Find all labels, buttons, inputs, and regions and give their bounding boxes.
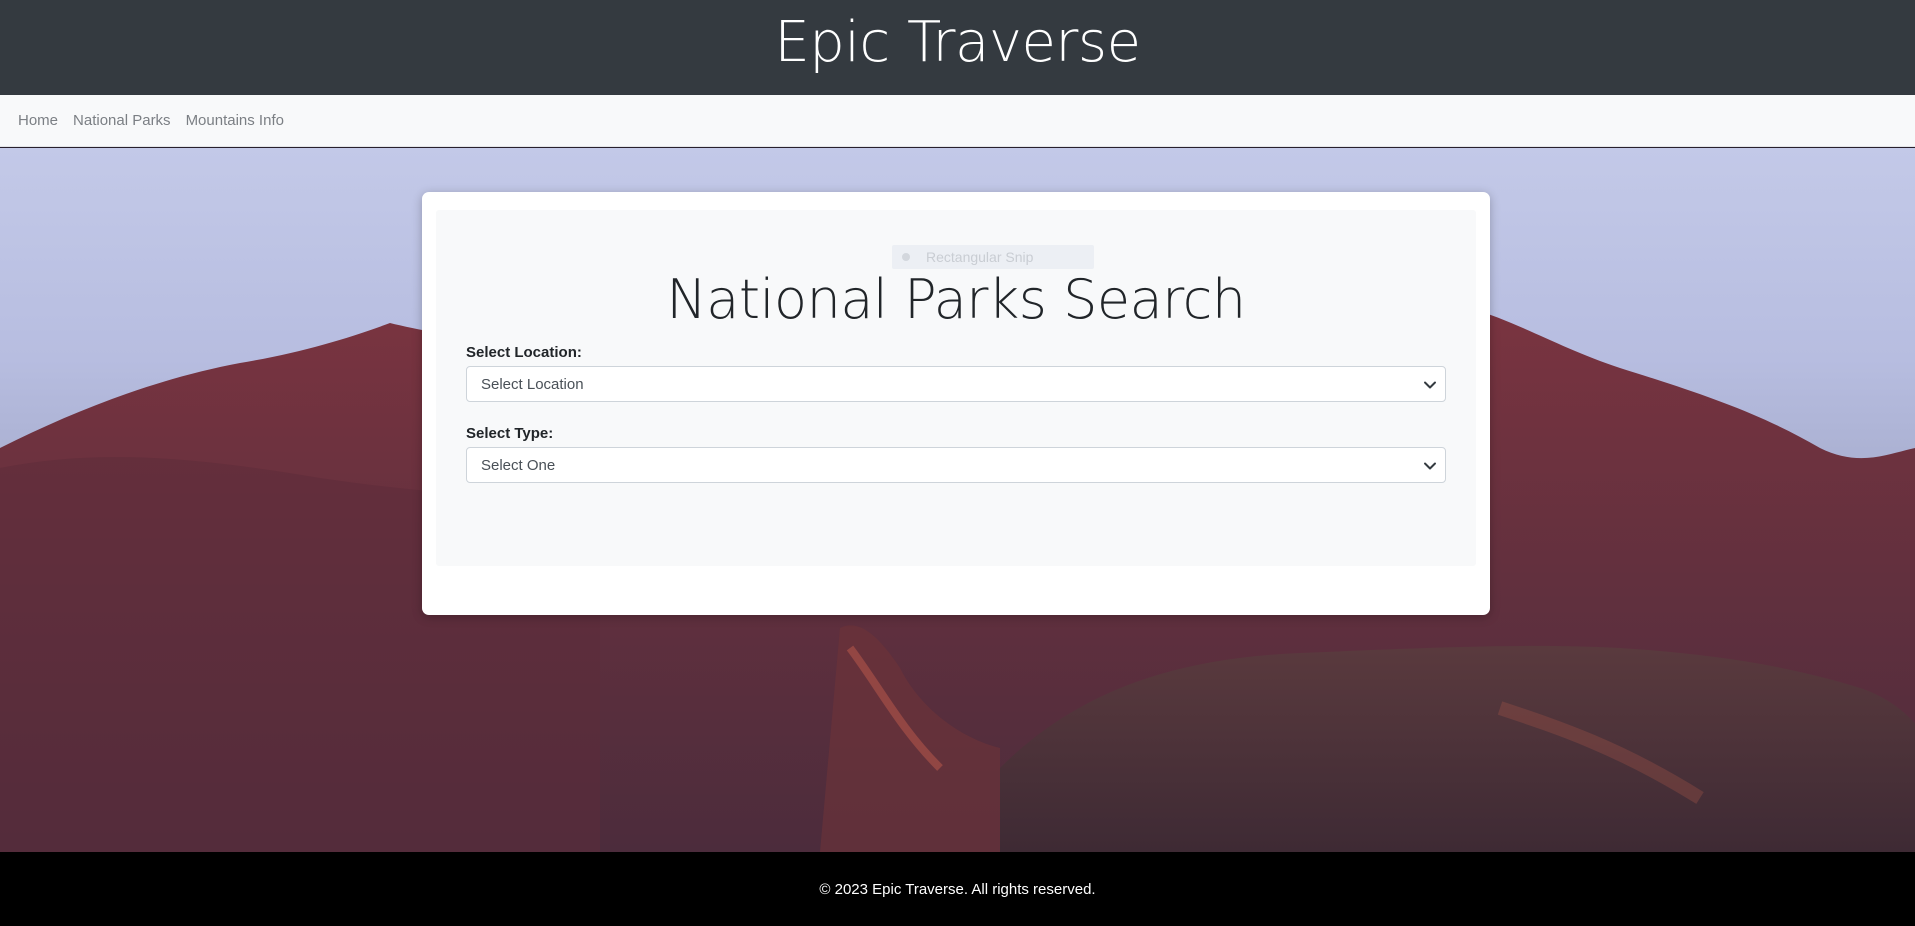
chevron-down-icon bbox=[1424, 462, 1436, 470]
location-label: Select Location: bbox=[466, 344, 582, 361]
type-select[interactable]: Select One bbox=[466, 447, 1446, 483]
snip-label: Rectangular Snip bbox=[926, 249, 1034, 265]
site-title: Epic Traverse bbox=[774, 10, 1141, 75]
type-select-value: Select One bbox=[481, 457, 556, 474]
nav-link-mountains-info[interactable]: Mountains Info bbox=[186, 112, 284, 129]
navbar: Home National Parks Mountains Info bbox=[0, 95, 1915, 147]
snip-icon bbox=[902, 253, 910, 261]
copyright-text: © 2023 Epic Traverse. All rights reserve… bbox=[819, 880, 1096, 898]
search-panel: Rectangular Snip National Parks Search S… bbox=[436, 210, 1476, 566]
page-title: National Parks Search bbox=[666, 268, 1246, 331]
site-header: Epic Traverse bbox=[0, 0, 1915, 95]
location-select[interactable]: Select Location bbox=[466, 366, 1446, 402]
site-footer: © 2023 Epic Traverse. All rights reserve… bbox=[0, 852, 1915, 926]
type-label: Select Type: bbox=[466, 425, 554, 442]
search-card: Rectangular Snip National Parks Search S… bbox=[422, 192, 1490, 615]
location-select-value: Select Location bbox=[481, 376, 584, 393]
nav-link-home[interactable]: Home bbox=[18, 112, 58, 129]
nav-link-national-parks[interactable]: National Parks bbox=[73, 112, 171, 129]
chevron-down-icon bbox=[1424, 381, 1436, 389]
rectangular-snip-overlay: Rectangular Snip bbox=[892, 245, 1094, 269]
